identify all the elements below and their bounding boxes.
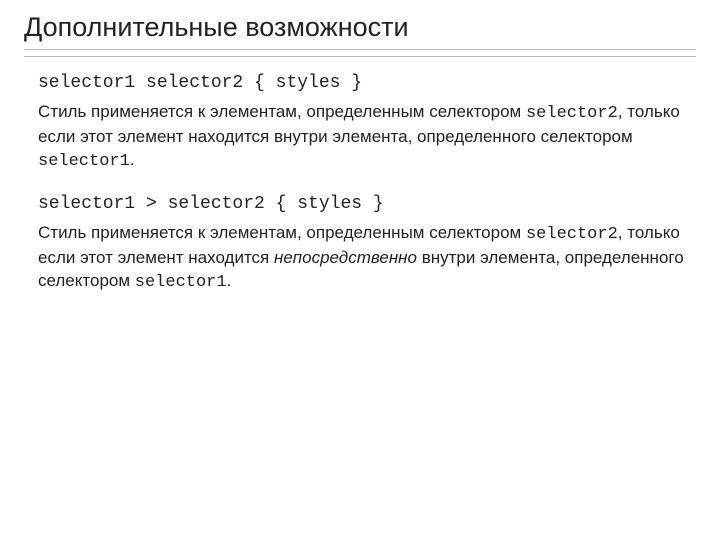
inline-code-selector1: selector1	[38, 152, 130, 171]
inline-code-selector2: selector2	[526, 225, 618, 244]
inline-code-selector2: selector2	[526, 104, 618, 123]
title-underline	[24, 56, 696, 57]
text-prefix: Стиль применяется к элементам, определен…	[38, 102, 526, 121]
paragraph-2: Стиль применяется к элементам, определен…	[38, 222, 690, 295]
code-line-1: selector1 selector2 { styles }	[38, 71, 690, 95]
slide: Дополнительные возможности selector1 sel…	[0, 0, 720, 540]
text-suffix: .	[227, 271, 232, 290]
paragraph-1: Стиль применяется к элементам, определен…	[38, 101, 690, 174]
text-prefix: Стиль применяется к элементам, определен…	[38, 223, 526, 242]
italic-word: непосредственно	[274, 248, 417, 267]
text-suffix: .	[130, 150, 135, 169]
inline-code-selector1: selector1	[135, 273, 227, 292]
code-line-2: selector1 > selector2 { styles }	[38, 192, 690, 216]
content-area: selector1 selector2 { styles } Стиль при…	[24, 71, 696, 295]
page-title: Дополнительные возможности	[24, 12, 696, 50]
